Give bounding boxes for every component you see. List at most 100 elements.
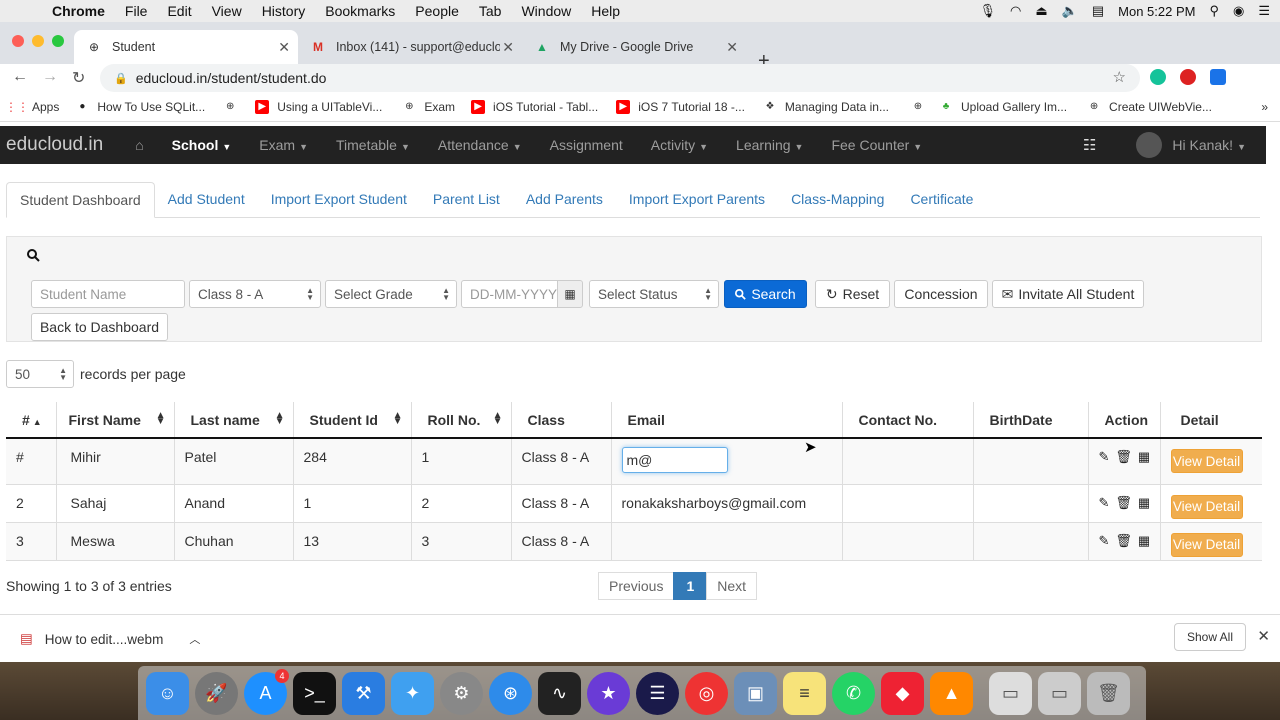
tab-certificate[interactable]: Certificate (897, 182, 986, 218)
bookmark-upload-gallery[interactable]: ♣ Upload Gallery Im... (939, 100, 1067, 114)
airplay-icon[interactable]: ⏏ (1035, 3, 1047, 19)
nav-assignment[interactable]: Assignment (550, 137, 623, 153)
bookmarks-overflow-icon[interactable]: » (1261, 100, 1268, 114)
cell-email[interactable]: ronakaksharboys@gmail.com (611, 484, 843, 523)
grid-icon[interactable]: ▦ (1138, 495, 1150, 511)
pagination-page-1[interactable]: 1 (673, 572, 708, 600)
trash-icon[interactable]: 🗑 (1115, 533, 1132, 549)
activity-monitor-icon[interactable]: ∿ (538, 671, 581, 715)
nav-exam[interactable]: Exam ▼ (259, 137, 308, 153)
volume-icon[interactable]: 🔈 (1062, 3, 1078, 19)
bookmark-globe[interactable]: ⊕ (223, 100, 245, 114)
cell-email[interactable] (611, 522, 843, 561)
system-preferences-icon[interactable]: ⚙ (440, 671, 483, 715)
bookmark-ios-tutorial[interactable]: ▶ iOS Tutorial - Tabl... (471, 99, 598, 114)
terminal-icon[interactable]: >_ (293, 671, 336, 715)
menu-help[interactable]: Help (591, 3, 620, 19)
nav-fee-counter[interactable]: Fee Counter ▼ (831, 137, 922, 153)
nav-school[interactable]: School ▼ (172, 137, 232, 153)
col-number[interactable]: # ▲ (6, 402, 57, 439)
menu-window[interactable]: Window (521, 3, 571, 19)
nav-attendance[interactable]: Attendance ▼ (438, 137, 522, 153)
trash-icon[interactable]: 🗑 (1115, 495, 1132, 511)
tab-student-dashboard[interactable]: Student Dashboard (6, 182, 155, 218)
safari-icon[interactable]: ⊛ (489, 671, 532, 715)
preview-icon[interactable]: ▣ (734, 671, 777, 715)
siri-icon[interactable]: ◉ (1233, 3, 1244, 19)
nav-activity[interactable]: Activity ▼ (651, 137, 708, 153)
bookmark-exam[interactable]: ⊕ Exam (402, 100, 455, 114)
edit-icon[interactable]: ✎ (1099, 495, 1110, 511)
col-roll-no[interactable]: Roll No. ▲ ▼ (411, 402, 512, 439)
close-window-icon[interactable] (12, 35, 24, 47)
eclipse-icon[interactable]: ☰ (636, 671, 679, 715)
chevron-up-icon[interactable]: ︿ (189, 631, 200, 647)
chrome-menu-icon[interactable] (1240, 69, 1246, 85)
search-button[interactable]: Search (724, 280, 807, 308)
per-page-select[interactable]: 50 ▲ ▼ (6, 360, 74, 388)
imovie-icon[interactable]: ★ (587, 671, 630, 715)
nav-timetable[interactable]: Timetable ▼ (336, 137, 410, 153)
notification-center-icon[interactable]: ☰ (1258, 3, 1270, 19)
bookmark-sqlite[interactable]: ● How To Use SQLit... (75, 100, 205, 114)
anydesk-icon[interactable]: ◆ (881, 671, 924, 715)
tab-import-export-parents[interactable]: Import Export Parents (616, 182, 778, 218)
bookmark-managing-data[interactable]: ❖ Managing Data in... (763, 100, 889, 114)
view-detail-button[interactable]: View Detail (1170, 532, 1243, 557)
menu-tab[interactable]: Tab (479, 3, 502, 19)
col-student-id[interactable]: Student Id ▲ ▼ (293, 402, 412, 439)
date-input[interactable]: DD-MM-YYYY (461, 280, 559, 308)
simulator-icon[interactable]: ✦ (391, 671, 434, 715)
notes-icon[interactable]: ≡ (783, 671, 826, 715)
whatsapp-icon[interactable]: ✆ (832, 671, 875, 715)
col-contact[interactable]: Contact No. (842, 402, 974, 439)
tab-student[interactable]: ⊕ Student ✕ (74, 30, 298, 64)
keyboard-icon[interactable]: ▤ (1092, 3, 1104, 19)
nav-learning[interactable]: Learning ▼ (736, 137, 803, 153)
tab-import-export-student[interactable]: Import Export Student (258, 182, 420, 218)
bookmark-uitableview[interactable]: ▶ Using a UITableVi... (255, 99, 382, 114)
tab-class-mapping[interactable]: Class-Mapping (778, 182, 897, 218)
chrome-icon[interactable]: ◎ (685, 671, 728, 715)
menu-people[interactable]: People (415, 3, 459, 19)
avatar[interactable] (1136, 132, 1163, 158)
back-to-dashboard-button[interactable]: Back to Dashboard (31, 313, 168, 341)
grade-select[interactable]: Select Grade ▲ ▼ (325, 280, 457, 308)
view-detail-button[interactable]: View Detail (1170, 494, 1243, 519)
bookmark-ios7-tutorial[interactable]: ▶ iOS 7 Tutorial 18 -... (616, 99, 745, 114)
documents-stack-icon[interactable]: ▭ (1038, 671, 1081, 715)
tab-add-student[interactable]: Add Student (155, 182, 258, 218)
view-detail-button[interactable]: View Detail (1170, 449, 1243, 473)
microphone-icon[interactable]: 🎙 (980, 3, 997, 19)
address-bar[interactable]: 🔒 educloud.in/student/student.do ☆ (100, 64, 1140, 92)
col-last-name[interactable]: Last name ▲ ▼ (174, 402, 294, 439)
col-class[interactable]: Class (511, 402, 612, 439)
forward-arrow-icon[interactable]: → (42, 68, 58, 86)
tab-google-drive[interactable]: ▲ My Drive - Google Drive ✕ (522, 30, 746, 64)
close-tab-icon[interactable]: ✕ (502, 39, 514, 56)
concession-button[interactable]: Concession (894, 280, 988, 308)
pagination-next[interactable]: Next (706, 572, 758, 600)
menu-file[interactable]: File (125, 3, 148, 19)
finder-icon[interactable]: ☺ (146, 671, 189, 715)
col-email[interactable]: Email (611, 402, 843, 439)
launchpad-icon[interactable]: 🚀 (195, 671, 238, 715)
bookmark-star-icon[interactable]: ☆ (1113, 68, 1126, 86)
downloads-stack-icon[interactable]: ▭ (989, 671, 1032, 715)
brand-logo[interactable]: educloud.in (6, 134, 103, 156)
menu-history[interactable]: History (262, 3, 306, 19)
edit-icon[interactable]: ✎ (1099, 449, 1110, 465)
close-tab-icon[interactable]: ✕ (278, 39, 290, 56)
col-birthdate[interactable]: BirthDate (973, 402, 1089, 439)
grid-icon[interactable]: ▦ (1138, 533, 1150, 549)
home-icon[interactable]: ⌂ (135, 137, 143, 153)
tab-parent-list[interactable]: Parent List (420, 182, 513, 218)
record-extension-icon[interactable] (1180, 69, 1196, 85)
app-store-icon[interactable]: A4 (244, 668, 289, 715)
download-item[interactable]: ▤ How to edit....webm ︿ (20, 631, 200, 647)
menu-bookmarks[interactable]: Bookmarks (325, 3, 395, 19)
spotlight-search-icon[interactable]: ⚲ (1209, 3, 1219, 19)
vlc-icon[interactable]: ▲ (930, 671, 973, 715)
reload-icon[interactable]: ↻ (72, 68, 85, 88)
edit-icon[interactable]: ✎ (1099, 533, 1110, 549)
